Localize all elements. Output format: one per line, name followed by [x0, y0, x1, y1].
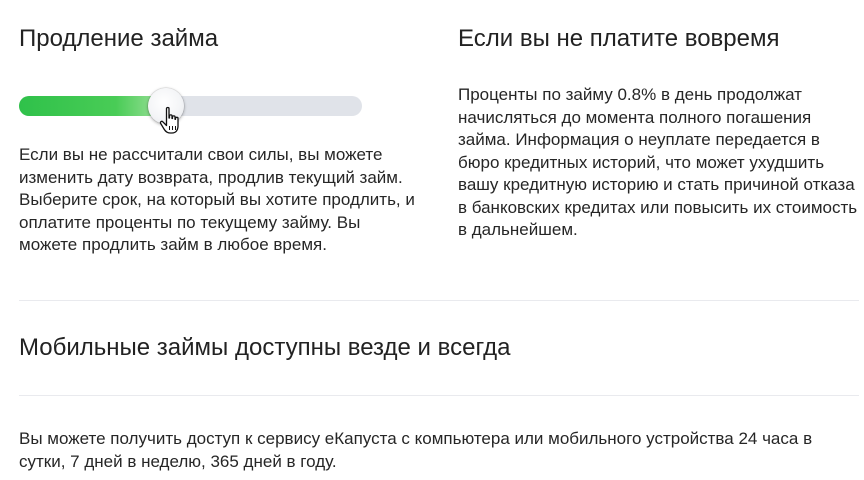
slider-fill — [19, 96, 169, 116]
mobile-loans-title: Мобильные займы доступны везде и всегда — [19, 334, 511, 361]
section-divider — [19, 395, 859, 396]
extension-title: Продление займа — [19, 25, 219, 52]
extension-slider[interactable] — [19, 88, 362, 124]
late-payment-title: Если вы не платите вовремя — [458, 25, 780, 52]
hand-pointer-icon — [158, 106, 184, 136]
mobile-loans-description: Вы можете получить доступ к сервису еКап… — [19, 429, 813, 471]
late-payment-description: Проценты по займу 0.8% в день продолжат … — [458, 85, 858, 239]
section-divider — [19, 300, 859, 301]
extension-description: Если вы не рассчитали свои силы, вы може… — [19, 145, 415, 254]
page: Продление займа Если вы не рассчитали св… — [0, 0, 864, 480]
